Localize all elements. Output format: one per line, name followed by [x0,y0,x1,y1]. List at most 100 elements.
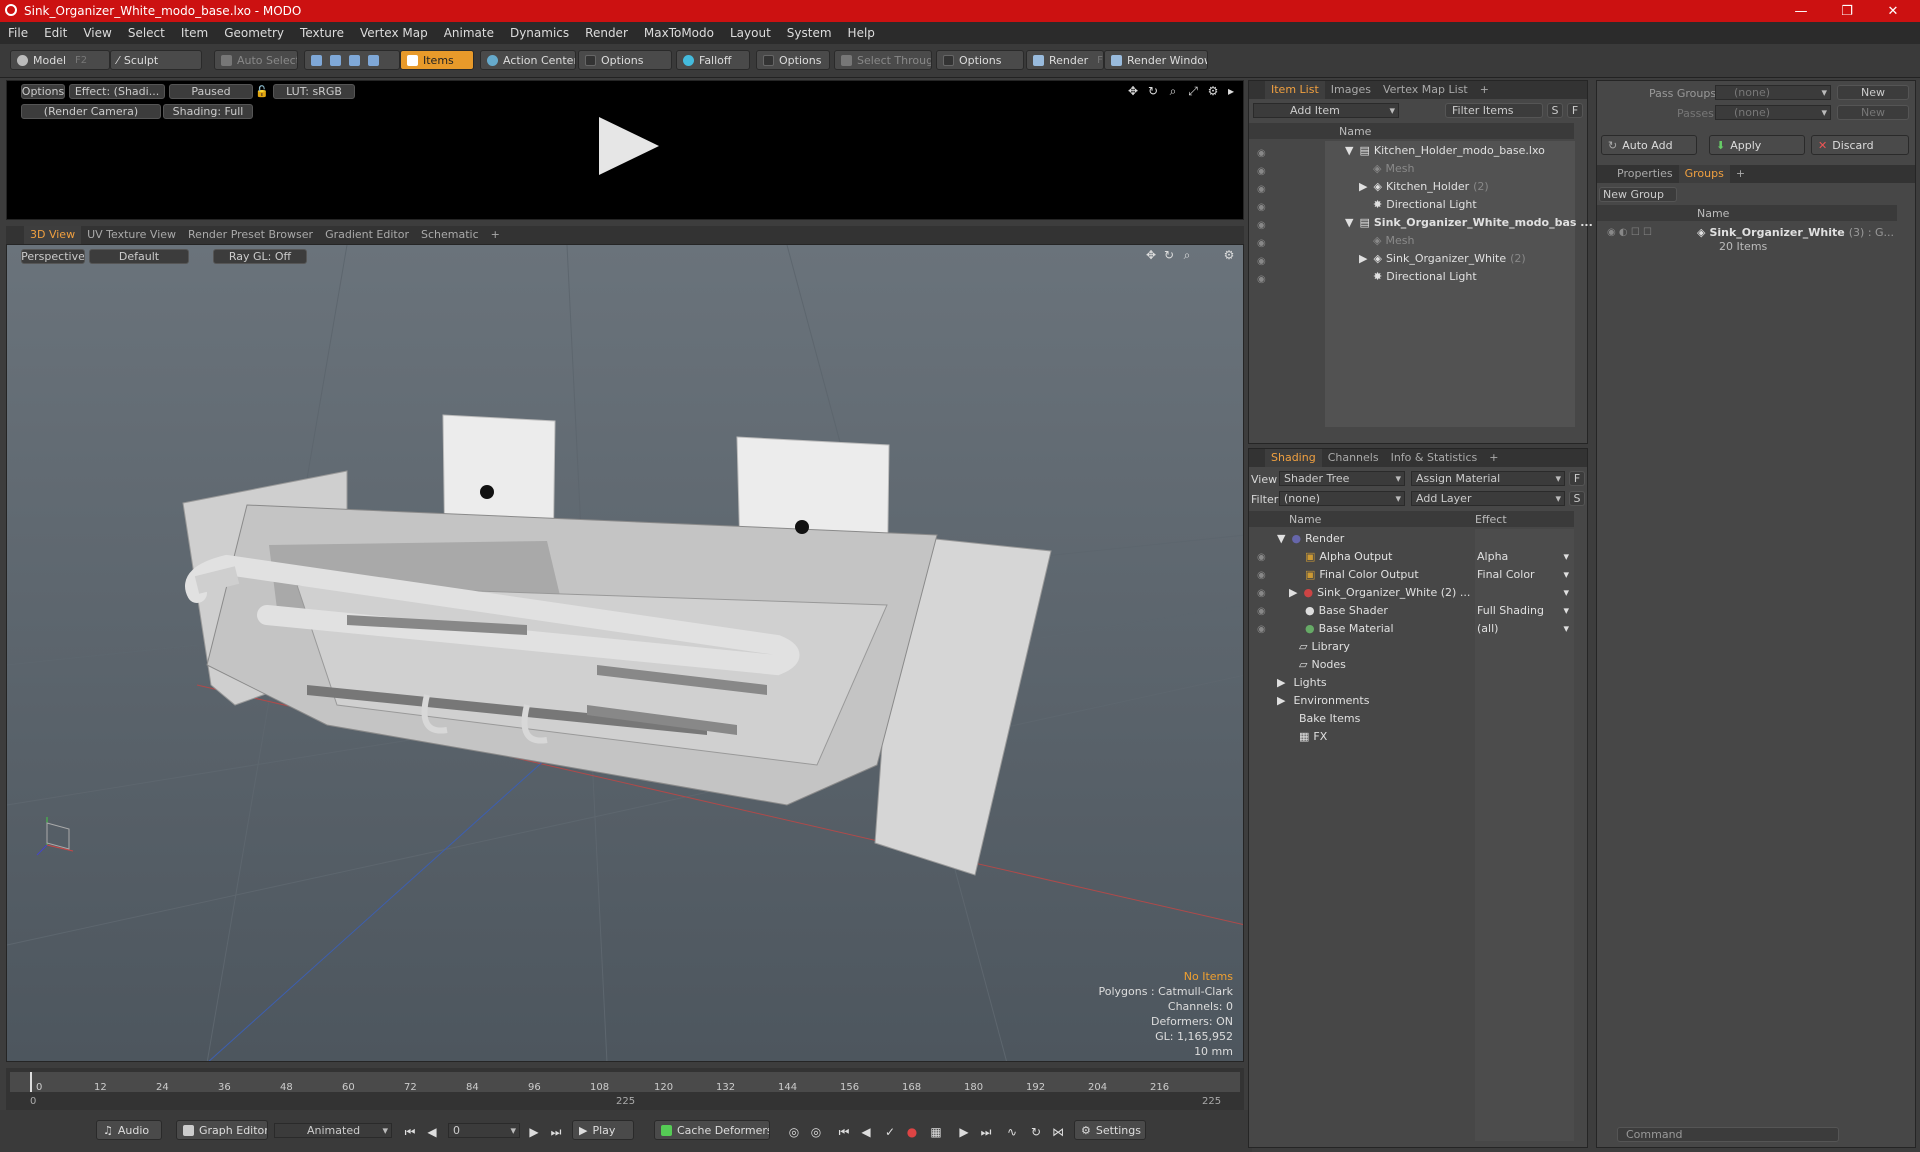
eye-icon[interactable]: ◉ [1257,217,1271,235]
eye-icon[interactable]: ◉ [1257,235,1271,253]
next-key-icon[interactable]: ▶ [528,1126,540,1138]
menu-help[interactable]: Help [840,26,883,40]
edge-mode-icon[interactable] [330,54,341,66]
audio-button[interactable]: ♫ Audio [96,1120,162,1140]
expand-icon[interactable]: ▶ [1277,676,1285,689]
filter-f-button[interactable]: F [1567,103,1583,118]
tab-schematic[interactable]: Schematic [415,226,485,244]
item-row-directional-light[interactable]: ✸ Directional Light [1373,197,1477,212]
add-item-dropdown[interactable]: Add Item [1253,103,1399,118]
timeline-ruler[interactable] [10,1072,1240,1092]
shader-row-bake-items[interactable]: Bake Items [1299,711,1360,726]
collapse-icon[interactable]: ▼ [1277,532,1285,545]
falloff-button[interactable]: Falloff [676,50,750,70]
tab-images[interactable]: Images [1325,81,1377,99]
filter-items-input[interactable]: Filter Items [1445,103,1543,118]
expand-icon[interactable]: ▶ [1359,180,1367,193]
add-layer-dropdown[interactable]: Add Layer [1411,491,1565,506]
tab-item-list[interactable]: Item List [1265,81,1325,99]
shader-row-base-shader[interactable]: ● Base Shader [1305,603,1388,618]
eye-icon[interactable]: ◉ [1257,145,1271,163]
play-preview-icon[interactable] [593,111,663,181]
viewport-rotate-icon[interactable]: ↻ [1163,249,1175,261]
eye-icon[interactable]: ◉ [1257,585,1271,603]
cache-deformers-button[interactable]: Cache Deformers [654,1120,770,1140]
menu-system[interactable]: System [779,26,840,40]
eye-icon[interactable]: ◉ [1257,271,1271,289]
zoom-icon[interactable]: ⌕ [1167,85,1179,97]
command-input[interactable]: Command [1617,1127,1839,1142]
add-tab-icon[interactable]: + [1474,81,1495,99]
action-center-options-button[interactable]: Options [578,50,672,70]
auto-select-button[interactable]: Auto Select [214,50,298,70]
discard-button[interactable]: ✕ Discard [1811,135,1909,155]
shading-s-button[interactable]: S [1569,491,1585,506]
shader-row-render[interactable]: ▼ ● Render [1277,531,1344,546]
filter-s-button[interactable]: S [1547,103,1563,118]
close-button[interactable]: ✕ [1870,0,1916,22]
select-toggle-icon[interactable]: ☐ [1643,227,1652,238]
menu-animate[interactable]: Animate [436,26,502,40]
menu-render[interactable]: Render [577,26,636,40]
viewport-zoom-icon[interactable]: ⌕ [1181,249,1193,261]
expand-icon[interactable]: ▶ [1359,252,1367,265]
shader-row-sink-organizer-material[interactable]: ▶ ● Sink_Organizer_White (2) ... [1289,585,1470,600]
shading-dropdown[interactable]: Shading: Full [163,104,253,119]
tab-properties[interactable]: Properties [1611,165,1679,183]
lock-icon[interactable]: 🔓 [255,85,269,98]
filter-dropdown[interactable]: (none) [1279,491,1405,506]
key-last-icon[interactable]: ⏭ [980,1126,992,1138]
item-row-mesh[interactable]: ◈ Mesh [1373,161,1414,176]
shading-f-button[interactable]: F [1569,471,1585,486]
menu-select[interactable]: Select [120,26,173,40]
arrow-right-icon[interactable]: ▸ [1225,85,1237,97]
gear-icon[interactable]: ⚙ [1207,85,1219,97]
menu-item[interactable]: Item [173,26,216,40]
new-pass-group-button[interactable]: New [1837,85,1909,100]
sculpt-mode-button[interactable]: ⁄ Sculpt [110,50,202,70]
shader-row-environments[interactable]: ▶ Environments [1277,693,1369,708]
last-frame-icon[interactable]: ⏭ [550,1126,562,1138]
raygl-dropdown[interactable]: Ray GL: Off [213,249,307,264]
eye-icon[interactable]: ◉ [1257,567,1271,585]
shader-row-final-color-output[interactable]: ▣ Final Color Output [1305,567,1419,582]
animated-dropdown[interactable]: Animated [274,1123,392,1138]
tab-shading[interactable]: Shading [1265,449,1322,467]
eye-icon[interactable]: ◉ [1257,603,1271,621]
play-button[interactable]: ▶ Play [572,1120,634,1140]
add-tab-icon[interactable]: + [1730,165,1751,183]
timeline[interactable]: 0 12 24 36 48 60 72 84 96 108 120 132 14… [6,1068,1244,1110]
loop-icon[interactable]: ↻ [1030,1126,1042,1138]
eye-icon[interactable]: ◉ [1257,181,1271,199]
item-row-kitchen-holder-scene[interactable]: ▼ ▤ Kitchen_Holder_modo_base.lxo [1345,143,1545,158]
preview-options-button[interactable]: Options [21,84,65,99]
curve-icon[interactable]: ∿ [1006,1126,1018,1138]
shader-row-fx[interactable]: ▦ FX [1299,729,1327,744]
select-options-button[interactable]: Options [936,50,1024,70]
menu-file[interactable]: File [0,26,36,40]
viewport-move-icon[interactable]: ✥ [1145,249,1157,261]
maximize-icon[interactable]: ⤢ [1187,85,1199,97]
menu-texture[interactable]: Texture [292,26,352,40]
polygon-mode-icon[interactable] [349,54,360,66]
shader-row-library[interactable]: ▱ Library [1299,639,1350,654]
shader-row-alpha-output[interactable]: ▣ Alpha Output [1305,549,1392,564]
menu-geometry[interactable]: Geometry [216,26,292,40]
menu-edit[interactable]: Edit [36,26,75,40]
viewport-gear-icon[interactable]: ⚙ [1223,249,1235,261]
auto-add-button[interactable]: ↻ Auto Add [1601,135,1697,155]
menu-dynamics[interactable]: Dynamics [502,26,577,40]
effect-alpha[interactable]: Alpha ▾ [1477,549,1573,564]
eye-icon[interactable]: ◉ [1257,253,1271,271]
passes-dropdown[interactable]: (none) [1715,105,1831,120]
menu-view[interactable]: View [75,26,119,40]
eye-icon[interactable]: ◉ [1607,227,1616,238]
add-tab-icon[interactable]: + [1483,449,1504,467]
key-icon-2[interactable]: ◎ [810,1126,822,1138]
key-back-icon[interactable]: ◀ [860,1126,872,1138]
render-toggle-icon[interactable]: ◐ [1619,227,1628,238]
shader-row-base-material[interactable]: ● Base Material [1305,621,1394,636]
key-icon-1[interactable]: ◎ [788,1126,800,1138]
frame-input[interactable]: 0 [448,1123,520,1138]
default-dropdown[interactable]: Default [89,249,189,264]
